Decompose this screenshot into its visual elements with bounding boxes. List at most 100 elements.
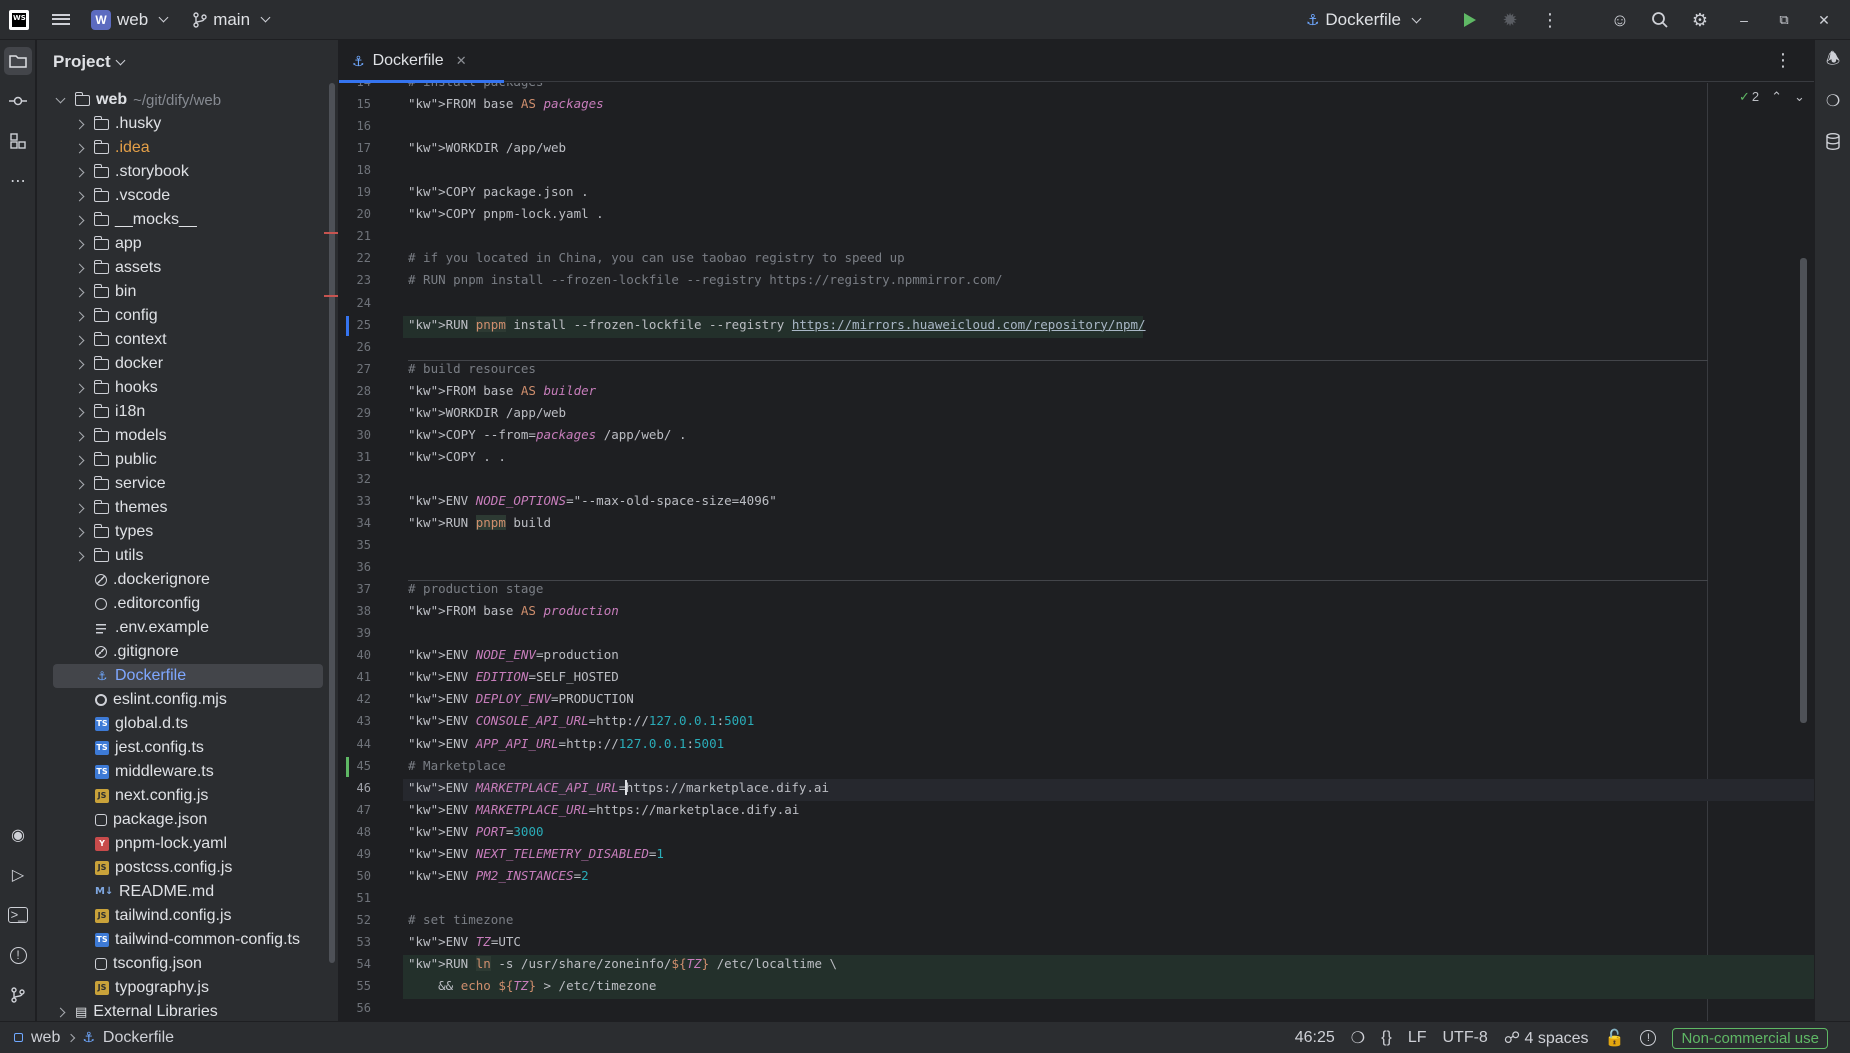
code-line[interactable]: "kw">FROM base AS builder <box>408 383 596 398</box>
code-line[interactable]: "kw">ENV NEXT_TELEMETRY_DISABLED=1 <box>408 846 664 861</box>
tree-file[interactable]: TS middleware.ts <box>37 760 329 784</box>
tree-folder[interactable]: i18n <box>37 400 329 424</box>
collapse-arrow-icon[interactable] <box>74 287 85 297</box>
collapse-arrow-icon[interactable] <box>74 455 85 465</box>
tree-folder[interactable]: types <box>37 520 329 544</box>
search-button[interactable] <box>1640 0 1680 40</box>
inspection-widget[interactable]: ✓ 2 ⌃ ⌄ <box>1739 89 1805 105</box>
tree-root-web[interactable]: web ~/git/dify/web <box>37 88 329 112</box>
services-tool-button[interactable]: ◉ <box>4 821 32 849</box>
code-line[interactable]: # if you located in China, you can use t… <box>408 250 905 265</box>
collapse-arrow-icon[interactable] <box>74 359 85 369</box>
code-line[interactable]: "kw">FROM base AS production <box>408 603 619 618</box>
collapse-arrow-icon[interactable] <box>74 527 85 537</box>
tree-file[interactable]: Ypnpm-lock.yaml <box>37 832 329 856</box>
tree-file[interactable]: .editorconfig <box>37 592 329 616</box>
commit-tool-button[interactable] <box>4 87 32 115</box>
webstorm-logo-icon[interactable]: WS <box>9 9 29 30</box>
caret-position[interactable]: 46:25 <box>1295 1029 1335 1047</box>
problems-tool-button[interactable]: ! <box>4 941 32 969</box>
tree-file[interactable]: JS typography.js <box>37 976 329 1000</box>
tree-file[interactable]: .gitignore <box>37 640 329 664</box>
collapse-arrow-icon[interactable] <box>74 167 85 177</box>
restore-button[interactable]: ⧉ <box>1764 0 1804 40</box>
tree-file[interactable]: ⚓ Dockerfile <box>53 664 323 688</box>
code-line[interactable]: "kw">ENV CONSOLE_API_URL=http://127.0.0.… <box>408 713 754 728</box>
tree-folder[interactable]: __mocks__ <box>37 208 329 232</box>
code-line[interactable]: "kw">COPY pnpm-lock.yaml . <box>408 206 604 221</box>
code-line[interactable]: "kw">ENV DEPLOY_ENV=PRODUCTION <box>408 691 634 706</box>
code-line[interactable]: "kw">RUN ln -s /usr/share/zoneinfo/${TZ}… <box>408 956 837 971</box>
lock-icon[interactable]: 🔓 <box>1605 1028 1625 1048</box>
editor-scrollbar[interactable] <box>1800 258 1807 723</box>
run-configuration-select[interactable]: ⚓ Dockerfile <box>1306 10 1424 30</box>
expand-arrow-icon[interactable] <box>55 93 66 103</box>
collapse-arrow-icon[interactable] <box>74 239 85 249</box>
code-line[interactable]: "kw">WORKDIR /app/web <box>408 405 566 420</box>
next-highlight-icon[interactable]: ⌄ <box>1794 89 1805 105</box>
tree-folder[interactable]: bin <box>37 280 329 304</box>
tree-folder[interactable]: .husky <box>37 112 329 136</box>
json-braces-icon[interactable]: {} <box>1381 1029 1392 1047</box>
code-line[interactable]: "kw">ENV MARKETPLACE_URL=https://marketp… <box>408 802 799 817</box>
warning-icon[interactable]: ! <box>1640 1030 1657 1046</box>
tree-file[interactable]: tsconfig.json <box>37 952 329 976</box>
code-editor[interactable]: ✓2 ⌃ ⌄ 14 # install packages 15 "kw">FROM b… <box>339 83 1814 1021</box>
tab-dockerfile[interactable]: ⚓ Dockerfile ✕ <box>339 40 504 83</box>
code-line[interactable]: "kw">ENV MARKETPLACE_API_URL=https://mar… <box>408 779 829 795</box>
code-line[interactable]: # set timezone <box>408 912 513 927</box>
tree-file[interactable]: TS jest.config.ts <box>37 736 329 760</box>
tree-folder[interactable]: hooks <box>37 376 329 400</box>
code-line[interactable]: "kw">ENV PORT=3000 <box>408 824 544 839</box>
tree-file[interactable]: M↓ README.md <box>37 880 329 904</box>
collapse-arrow-icon[interactable] <box>74 119 85 129</box>
tree-file[interactable]: .env.example <box>37 616 329 640</box>
project-switcher[interactable]: W web <box>91 9 171 30</box>
debug-button[interactable]: ✹ <box>1490 0 1530 40</box>
collapse-arrow-icon[interactable] <box>74 311 85 321</box>
collapse-arrow-icon[interactable] <box>74 335 85 345</box>
tree-folder[interactable]: .storybook <box>37 160 329 184</box>
collapse-arrow-icon[interactable] <box>74 551 85 561</box>
project-panel-header[interactable]: Project <box>37 40 338 84</box>
tree-file[interactable]: TS global.d.ts <box>37 712 329 736</box>
database-button[interactable] <box>1819 127 1847 155</box>
main-menu-icon[interactable] <box>51 10 71 30</box>
code-line[interactable]: "kw">RUN pnpm install --frozen-lockfile … <box>408 316 1146 332</box>
indent-setting[interactable]: ☍ 4 spaces <box>1504 1028 1589 1048</box>
tree-folder[interactable]: docker <box>37 352 329 376</box>
run-tool-button[interactable]: ▷ <box>4 861 32 889</box>
code-line[interactable]: "kw">COPY package.json . <box>408 184 589 199</box>
structure-tool-button[interactable] <box>4 127 32 155</box>
code-line[interactable]: "kw">COPY . . <box>408 449 506 464</box>
code-line[interactable]: "kw">COPY --from=packages /app/web/ . <box>408 427 686 442</box>
tree-folder[interactable]: assets <box>37 256 329 280</box>
tree-file[interactable]: package.json <box>37 808 329 832</box>
ai-status-icon[interactable]: ❍ <box>1351 1028 1365 1048</box>
tree-folder[interactable]: models <box>37 424 329 448</box>
tree-file[interactable]: TS tailwind-common-config.ts <box>37 928 329 952</box>
code-line[interactable]: "kw">FROM base AS packages <box>408 96 604 111</box>
tree-file[interactable]: .dockerignore <box>37 568 329 592</box>
more-tools-button[interactable]: ⋯ <box>4 167 32 195</box>
git-tool-button[interactable] <box>4 981 32 1009</box>
collapse-arrow-icon[interactable] <box>74 407 85 417</box>
code-line[interactable]: # Marketplace <box>408 758 506 773</box>
tree-folder[interactable]: app <box>37 232 329 256</box>
tree-file[interactable]: JS next.config.js <box>37 784 329 808</box>
tree-file[interactable]: JS tailwind.config.js <box>37 904 329 928</box>
code-line[interactable]: "kw">RUN pnpm build <box>408 515 551 530</box>
notifications-button[interactable]: 🕭 <box>1819 47 1847 75</box>
code-line[interactable]: # production stage <box>408 581 543 596</box>
collapse-arrow-icon[interactable] <box>74 263 85 273</box>
add-user-button[interactable]: ☺ <box>1600 0 1640 40</box>
tree-folder[interactable]: config <box>37 304 329 328</box>
tree-folder[interactable]: .vscode <box>37 184 329 208</box>
tree-folder[interactable]: themes <box>37 496 329 520</box>
collapse-arrow-icon[interactable] <box>74 215 85 225</box>
code-line[interactable]: # RUN pnpm install --frozen-lockfile --r… <box>408 272 1003 287</box>
more-actions-button[interactable]: ⋮ <box>1530 0 1570 40</box>
previous-highlight-icon[interactable]: ⌃ <box>1771 89 1782 105</box>
added-line-marker[interactable] <box>346 756 349 777</box>
minimize-button[interactable]: – <box>1724 0 1764 40</box>
